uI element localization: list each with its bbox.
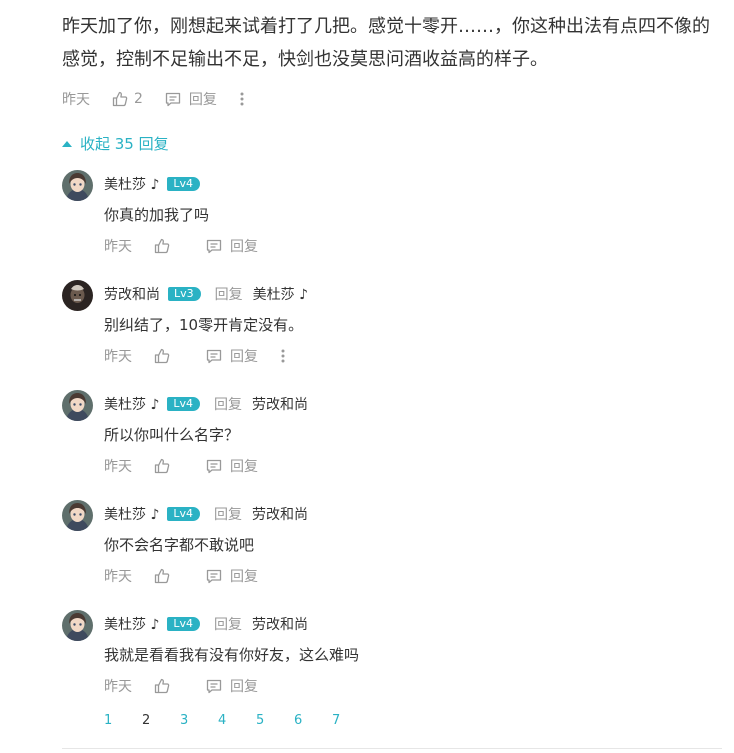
like-button[interactable] xyxy=(154,348,176,364)
reply-to-label: 回复 xyxy=(214,287,243,303)
comment-bubble-icon xyxy=(165,92,181,106)
divider xyxy=(62,748,722,749)
more-button[interactable] xyxy=(239,91,245,107)
reply-label: 回复 xyxy=(230,459,258,475)
reply-text: 你不会名字都不敢说吧 xyxy=(104,536,255,554)
pagination: 1 2 3 4 5 6 7 xyxy=(104,713,370,728)
reply-time: 昨天 xyxy=(104,679,132,695)
avatar[interactable] xyxy=(62,500,93,531)
reply-header: 劳改和尚 Lv3 回复 美杜莎 ♪ xyxy=(104,284,308,304)
reply-time: 昨天 xyxy=(104,459,132,475)
thumbs-up-icon xyxy=(154,458,170,474)
reply-header: 美杜莎 ♪ Lv4 回复 劳改和尚 xyxy=(104,504,308,524)
comment-bubble-icon xyxy=(206,679,222,693)
reply-actions: 昨天 回复 xyxy=(104,344,286,368)
avatar[interactable] xyxy=(62,390,93,421)
reply-actions: 昨天 回复 xyxy=(104,674,280,698)
reply-time: 昨天 xyxy=(104,239,132,255)
more-button[interactable] xyxy=(280,348,286,364)
reply-label: 回复 xyxy=(230,239,258,255)
reply-actions: 昨天 回复 xyxy=(104,234,280,258)
reply-actions: 昨天 回复 xyxy=(104,564,280,588)
reply-to-user[interactable]: 美杜莎 ♪ xyxy=(253,284,308,304)
comment-bubble-icon xyxy=(206,459,222,473)
main-comment: 昨天加了你，刚想起来试着打了几把。感觉十零开……，你这种出法有点四不像的感觉，控… xyxy=(62,10,722,111)
reply-actions: 昨天 回复 xyxy=(104,454,280,478)
reply-username[interactable]: 美杜莎 ♪ xyxy=(104,174,159,194)
reply-text: 所以你叫什么名字？ xyxy=(104,426,240,444)
level-badge: Lv4 xyxy=(167,177,201,191)
reply-label: 回复 xyxy=(230,569,258,585)
page-link[interactable]: 6 xyxy=(294,713,332,728)
page-link[interactable]: 1 xyxy=(104,713,142,728)
reply-to-label: 回复 xyxy=(214,397,243,413)
like-button[interactable] xyxy=(154,458,176,474)
reply-header: 美杜莎 ♪ Lv4 回复 劳改和尚 xyxy=(104,394,308,414)
like-button[interactable] xyxy=(154,678,176,694)
thumbs-up-icon xyxy=(154,348,170,364)
thumbs-up-icon xyxy=(154,568,170,584)
level-badge: Lv4 xyxy=(167,507,201,521)
more-vertical-icon xyxy=(240,92,244,106)
reply-button[interactable]: 回复 xyxy=(206,236,258,256)
avatar[interactable] xyxy=(62,170,93,201)
reply-username[interactable]: 劳改和尚 xyxy=(104,284,160,304)
comment-bubble-icon xyxy=(206,239,222,253)
reply-to-user[interactable]: 劳改和尚 xyxy=(252,504,308,524)
reply-text: 你真的加我了吗 xyxy=(104,206,210,224)
more-vertical-icon xyxy=(281,349,285,363)
reply-text: 我就是看看我有没有你好友，这么难吗 xyxy=(104,646,360,664)
reply-to-user[interactable]: 劳改和尚 xyxy=(252,614,308,634)
collapse-label: 收起 35 回复 xyxy=(80,135,169,153)
triangle-up-icon xyxy=(62,140,72,147)
page-link[interactable]: 4 xyxy=(218,713,256,728)
like-button[interactable]: 2 xyxy=(112,91,143,107)
level-badge: Lv4 xyxy=(167,397,201,411)
like-button[interactable] xyxy=(154,568,176,584)
reply-username[interactable]: 美杜莎 ♪ xyxy=(104,614,159,634)
reply-username[interactable]: 美杜莎 ♪ xyxy=(104,394,159,414)
reply-label: 回复 xyxy=(230,679,258,695)
page-link[interactable]: 5 xyxy=(256,713,294,728)
thumbs-up-icon xyxy=(112,91,128,107)
page-link[interactable]: 3 xyxy=(180,713,218,728)
level-badge: Lv4 xyxy=(167,617,201,631)
reply-time: 昨天 xyxy=(104,569,132,585)
reply-button[interactable]: 回复 xyxy=(206,456,258,476)
reply-header: 美杜莎 ♪ Lv4 xyxy=(104,174,201,194)
reply-label: 回复 xyxy=(188,92,217,108)
reply-button[interactable]: 回复 xyxy=(165,89,217,109)
level-badge: Lv3 xyxy=(168,287,201,301)
main-comment-actions: 昨天 2 回复 xyxy=(62,87,722,111)
page-link-current[interactable]: 2 xyxy=(142,713,180,728)
reply-time: 昨天 xyxy=(104,349,132,365)
avatar[interactable] xyxy=(62,280,93,311)
reply-header: 美杜莎 ♪ Lv4 回复 劳改和尚 xyxy=(104,614,308,634)
reply-label: 回复 xyxy=(230,349,258,365)
reply-username[interactable]: 美杜莎 ♪ xyxy=(104,504,159,524)
reply-button[interactable]: 回复 xyxy=(206,566,258,586)
main-comment-text: 昨天加了你，刚想起来试着打了几把。感觉十零开……，你这种出法有点四不像的感觉，控… xyxy=(62,16,710,70)
comment-bubble-icon xyxy=(206,569,222,583)
comment-bubble-icon xyxy=(206,349,222,363)
like-count: 2 xyxy=(134,91,143,107)
comment-time: 昨天 xyxy=(62,92,90,108)
thumbs-up-icon xyxy=(154,238,170,254)
reply-button[interactable]: 回复 xyxy=(206,676,258,696)
avatar[interactable] xyxy=(62,610,93,641)
reply-text: 别纠结了，10零开肯定没有。 xyxy=(104,316,304,334)
thumbs-up-icon xyxy=(154,678,170,694)
reply-to-label: 回复 xyxy=(214,617,243,633)
page-link[interactable]: 7 xyxy=(332,713,370,728)
collapse-replies-link[interactable]: 收起 35 回复 xyxy=(62,133,169,154)
reply-button[interactable]: 回复 xyxy=(206,346,258,366)
reply-to-user[interactable]: 劳改和尚 xyxy=(252,394,308,414)
like-button[interactable] xyxy=(154,238,176,254)
reply-to-label: 回复 xyxy=(214,507,243,523)
